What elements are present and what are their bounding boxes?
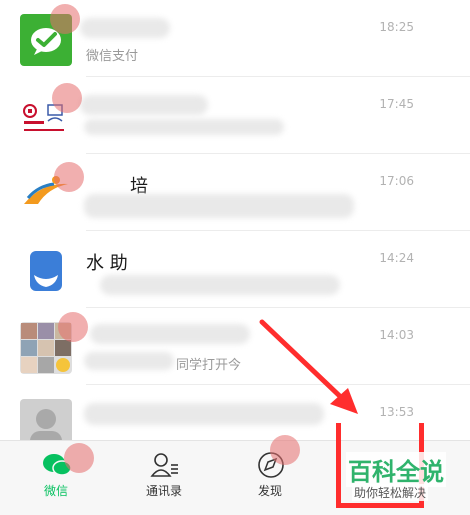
chat-row[interactable]: 水 助 14:24 xyxy=(0,231,470,308)
chat-time: 17:06 xyxy=(379,174,414,188)
watermark-title: 百科全说 xyxy=(346,452,446,487)
chat-preview: 微信支付 xyxy=(86,49,139,64)
watermark-subtitle: 助你轻松解决 xyxy=(352,484,429,501)
tab-label: 发现 xyxy=(257,484,282,498)
chat-time: 13:53 xyxy=(379,405,414,419)
tab-discover[interactable]: 发现 xyxy=(230,435,310,515)
chat-row[interactable]: 同学打开今 14:03 xyxy=(0,308,470,385)
water-drop-logo-icon xyxy=(20,245,72,297)
chat-row[interactable]: 培 17:06 xyxy=(0,154,470,231)
contacts-icon xyxy=(150,453,178,477)
tab-label: 微信 xyxy=(43,484,68,498)
chat-list: 微信支付 18:25 17:45 培 17:06 水 助 14:24 同学打开今… xyxy=(0,0,470,440)
person-avatar-icon xyxy=(20,399,72,440)
chat-row[interactable]: 微信支付 18:25 xyxy=(0,0,470,77)
chat-time: 14:03 xyxy=(379,328,414,342)
chat-time: 17:45 xyxy=(379,97,414,111)
tab-contacts[interactable]: 通讯录 xyxy=(124,441,204,515)
chat-row[interactable]: 17:45 xyxy=(0,77,470,154)
chat-time: 14:24 xyxy=(379,251,414,265)
tab-chats[interactable]: 微信 xyxy=(16,441,96,515)
chat-title: 水 助 xyxy=(86,253,128,274)
chat-time: 18:25 xyxy=(379,20,414,34)
tab-label: 通讯录 xyxy=(145,484,182,498)
chat-preview: 同学打开今 xyxy=(176,358,242,373)
